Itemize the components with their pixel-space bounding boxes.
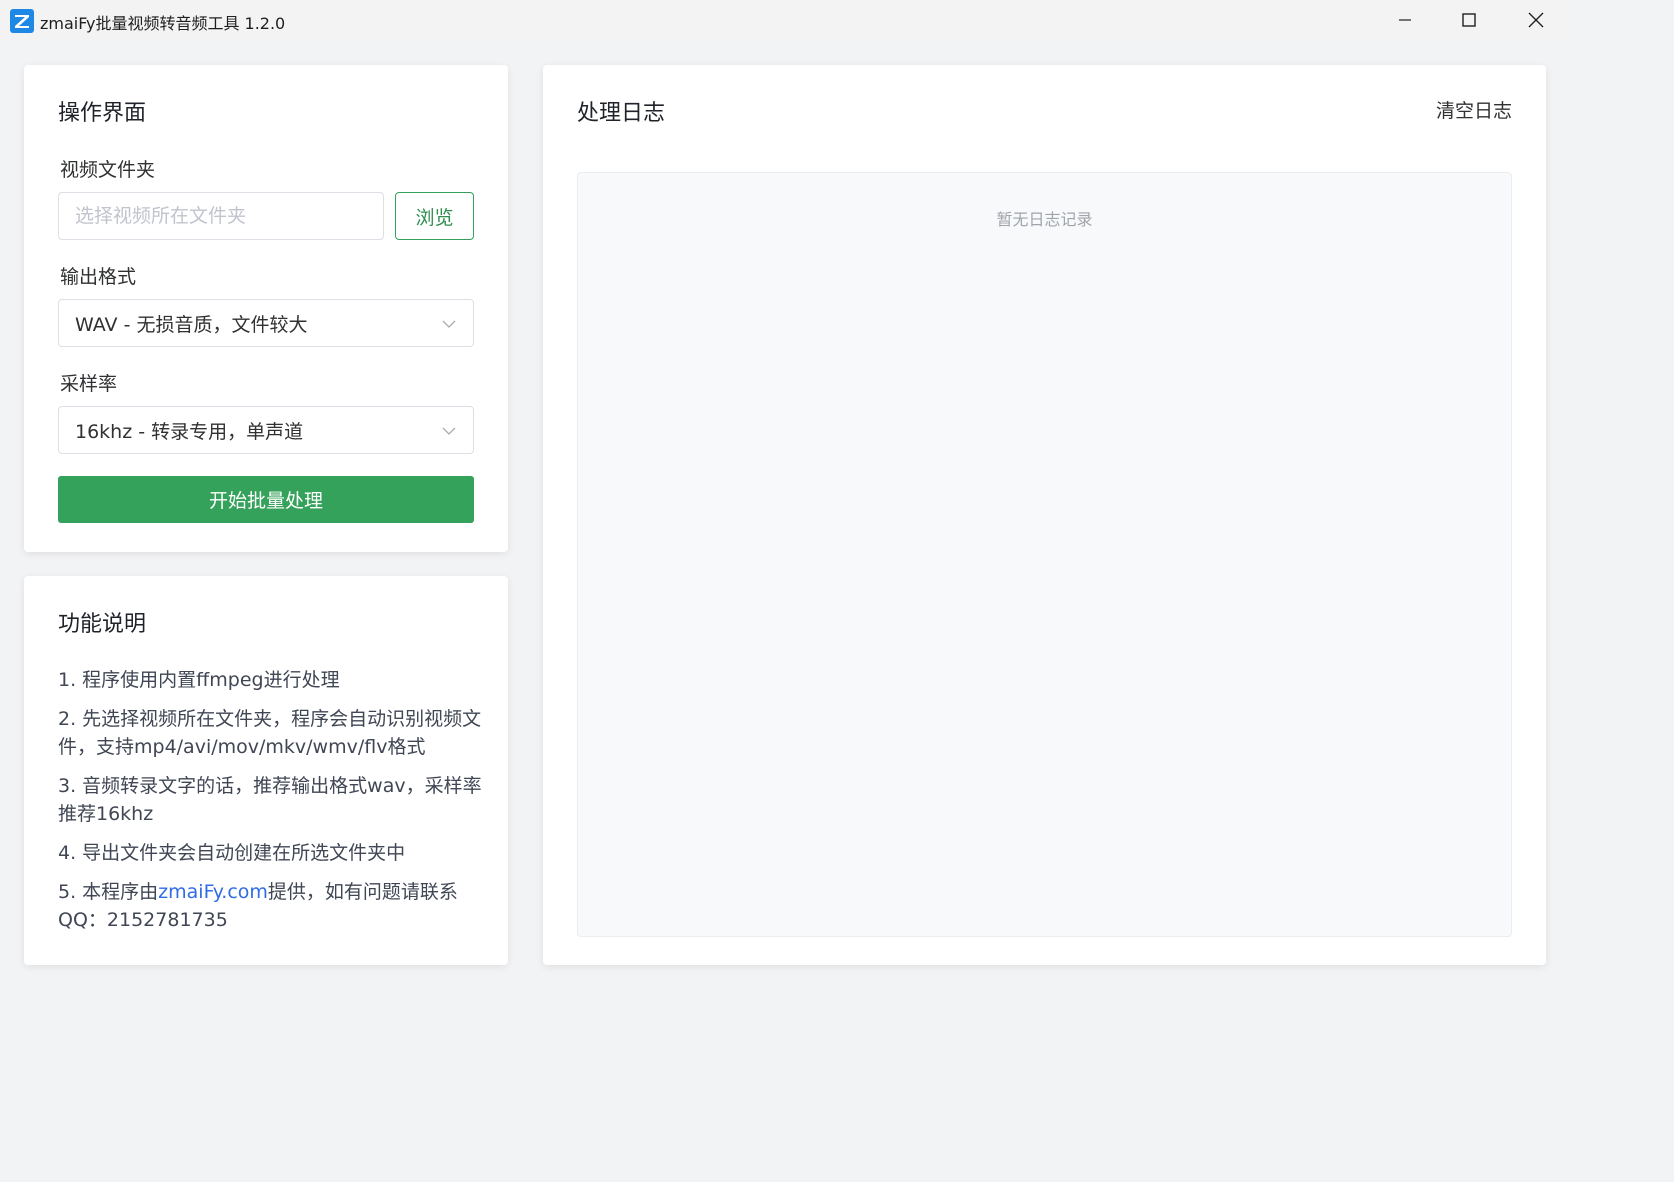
minimize-icon [1399,19,1411,21]
website-link[interactable]: zmaiFy.com [158,881,268,903]
app-logo-icon [10,9,34,33]
maximize-icon [1462,13,1476,27]
help-card: 功能说明 1. 程序使用内置ffmpeg进行处理 2. 先选择视频所在文件夹，程… [24,576,508,965]
format-select[interactable]: WAV - 无损音质，文件较大 [58,299,474,347]
log-title: 处理日志 [577,101,666,126]
clear-log-button[interactable]: 清空日志 [1436,96,1512,123]
rate-select-value: 16khz - 转录专用，单声道 [75,420,304,443]
title-bar[interactable]: zmaiFy批量视频转音频工具 1.2.0 [0,0,1568,40]
operations-title: 操作界面 [58,101,147,126]
window-title: zmaiFy批量视频转音频工具 1.2.0 [40,14,286,33]
help-item: 3. 音频转录文字的话，推荐输出格式wav，采样率推荐16khz [58,775,482,825]
format-label: 输出格式 [60,266,137,288]
help-item: 1. 程序使用内置ffmpeg进行处理 [58,669,340,691]
log-area[interactable]: 暂无日志记录 [577,172,1512,937]
chevron-down-icon [442,427,456,435]
app-window: zmaiFy批量视频转音频工具 1.2.0 操作界面 视频文件夹 浏览 输出格式… [0,0,1568,1107]
help-item: 4. 导出文件夹会自动创建在所选文件夹中 [58,842,406,864]
maximize-button[interactable] [1439,0,1499,40]
help-item: 5. 本程序由zmaiFy.com提供，如有问题请联系QQ：2152781735 [58,878,482,934]
close-icon [1528,12,1544,28]
help-item-prefix: 5. 本程序由 [58,881,159,903]
help-item: 2. 先选择视频所在文件夹，程序会自动识别视频文件，支持mp4/avi/mov/… [58,708,482,758]
operations-card: 操作界面 视频文件夹 浏览 输出格式 WAV - 无损音质，文件较大 采样率 1… [24,65,508,552]
log-empty-text: 暂无日志记录 [996,210,1093,229]
help-title: 功能说明 [58,612,147,637]
rate-select[interactable]: 16khz - 转录专用，单声道 [58,406,474,454]
browse-button[interactable]: 浏览 [395,192,474,240]
help-list: 1. 程序使用内置ffmpeg进行处理 2. 先选择视频所在文件夹，程序会自动识… [58,666,482,945]
folder-label: 视频文件夹 [60,159,156,181]
minimize-button[interactable] [1375,0,1435,40]
folder-input[interactable] [58,192,384,240]
format-select-value: WAV - 无损音质，文件较大 [75,313,308,336]
chevron-down-icon [442,320,456,328]
close-button[interactable] [1506,0,1566,40]
log-card: 处理日志 清空日志 暂无日志记录 [543,65,1546,965]
rate-label: 采样率 [60,373,118,395]
start-batch-button[interactable]: 开始批量处理 [58,476,474,523]
